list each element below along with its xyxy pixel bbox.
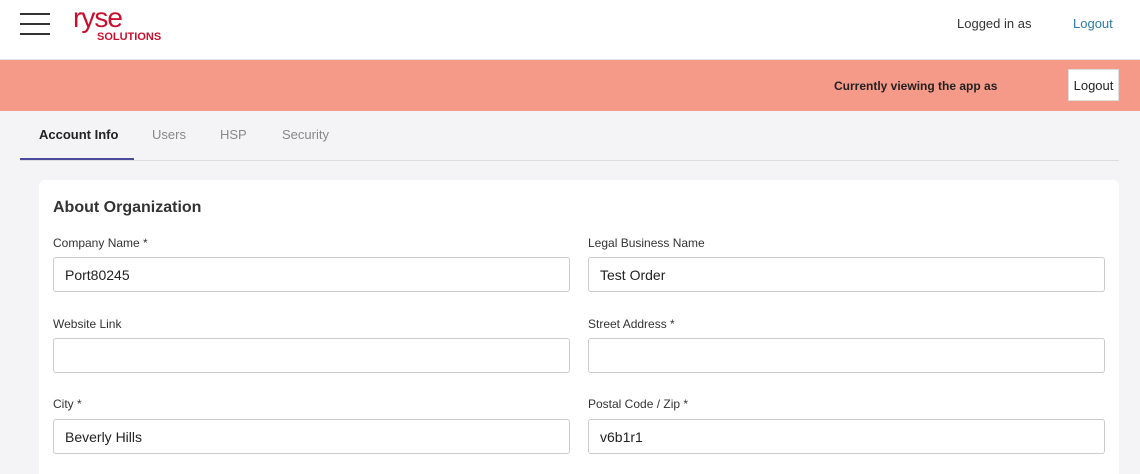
city-label: City * xyxy=(53,397,82,411)
ryse-logo[interactable]: ryse SOLUTIONS xyxy=(73,2,168,46)
city-input[interactable]: Beverly Hills xyxy=(53,419,570,454)
logo-sub-text: SOLUTIONS xyxy=(97,31,162,43)
legal-business-name-label: Legal Business Name xyxy=(588,236,705,250)
postal-code-label: Postal Code / Zip * xyxy=(588,397,689,411)
top-header: ryse SOLUTIONS Logged in as Logout xyxy=(0,0,1140,60)
section-title: About Organization xyxy=(53,199,202,216)
tab-security[interactable]: Security xyxy=(282,127,329,142)
company-name-input[interactable]: Port80245 xyxy=(53,257,570,292)
tab-account-info[interactable]: Account Info xyxy=(39,127,118,142)
hamburger-menu-icon[interactable] xyxy=(20,13,50,35)
tab-users[interactable]: Users xyxy=(152,127,186,142)
banner-logout-button[interactable]: Logout xyxy=(1068,69,1119,101)
tab-hsp[interactable]: HSP xyxy=(220,127,247,142)
street-address-label: Street Address * xyxy=(588,317,675,331)
logo-main-text: ryse xyxy=(73,2,123,33)
active-tab-indicator xyxy=(20,158,134,160)
postal-code-input[interactable]: v6b1r1 xyxy=(588,419,1105,454)
company-name-label: Company Name * xyxy=(53,236,148,250)
website-link-label: Website Link xyxy=(53,317,122,331)
about-organization-card: About Organization Company Name * Port80… xyxy=(39,180,1119,474)
legal-business-name-input[interactable]: Test Order xyxy=(588,257,1105,292)
banner-text: Currently viewing the app as xyxy=(834,79,998,93)
street-address-input[interactable] xyxy=(588,338,1105,373)
impersonation-banner: Currently viewing the app as xyxy=(0,60,1140,111)
logged-in-label: Logged in as xyxy=(957,16,1032,31)
tab-bar: Account Info Users HSP Security xyxy=(20,113,1119,161)
website-link-input[interactable] xyxy=(53,338,570,373)
header-logout-link[interactable]: Logout xyxy=(1073,16,1113,31)
